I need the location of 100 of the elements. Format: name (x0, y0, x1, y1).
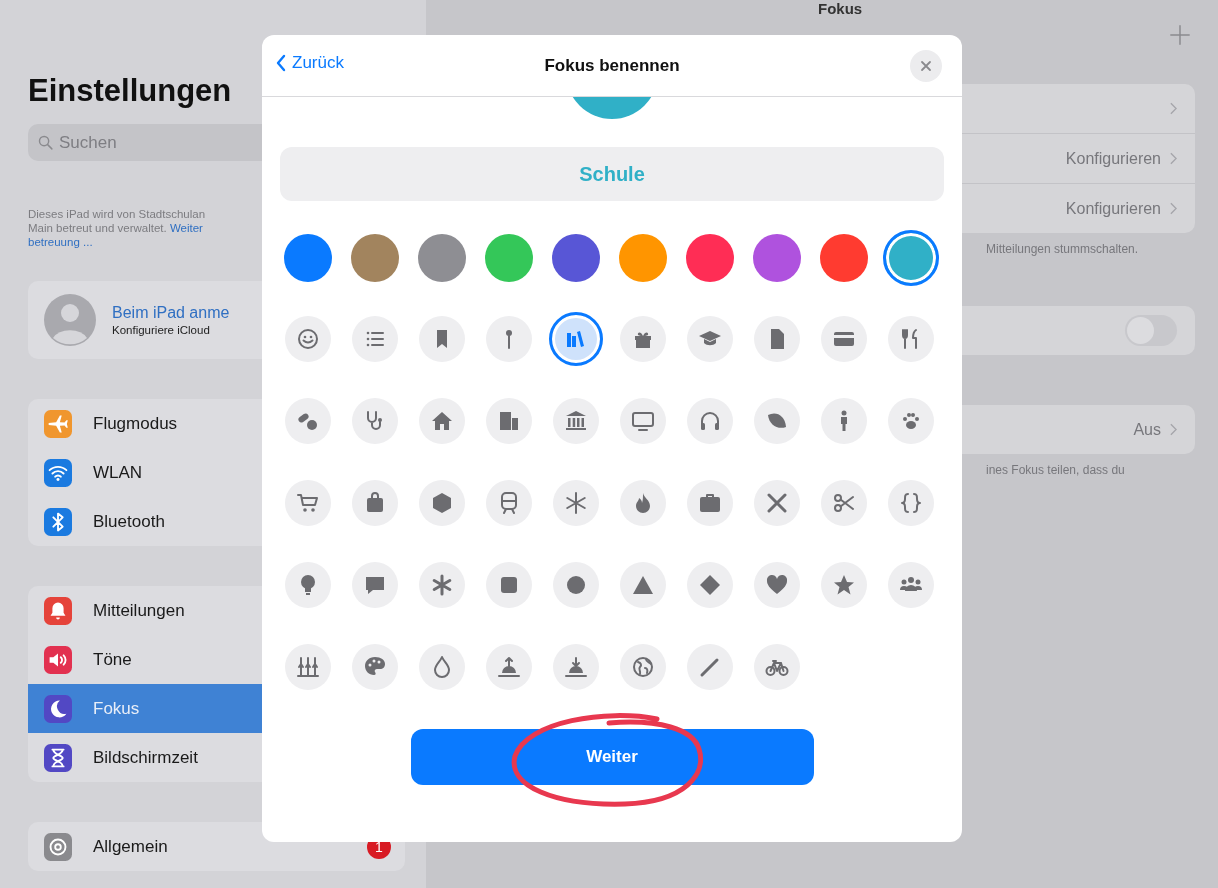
symbol-option[interactable] (821, 480, 867, 526)
symbol-option[interactable] (888, 398, 934, 444)
settings-item[interactable]: Flugmodus (28, 399, 405, 448)
nav-title: Fokus (818, 0, 863, 17)
symbol-option[interactable] (687, 316, 733, 362)
globe-icon (631, 655, 655, 679)
symbol-option[interactable] (754, 644, 800, 690)
symbol-option[interactable] (486, 562, 532, 608)
color-swatch[interactable] (753, 234, 801, 282)
color-swatch[interactable] (883, 230, 939, 286)
bank-icon (564, 409, 588, 433)
symbol-option[interactable] (285, 480, 331, 526)
color-swatch[interactable] (686, 234, 734, 282)
color-swatch[interactable] (351, 234, 399, 282)
building-icon (497, 409, 521, 433)
symbol-option[interactable] (352, 480, 398, 526)
smiley-icon (296, 327, 320, 351)
symbol-option[interactable] (352, 398, 398, 444)
name-field[interactable]: Schule (280, 147, 944, 201)
cart-icon (296, 491, 320, 515)
symbol-option[interactable] (486, 480, 532, 526)
symbol-option[interactable] (821, 398, 867, 444)
sunset-icon (564, 655, 588, 679)
symbol-option[interactable] (620, 316, 666, 362)
house-icon (430, 409, 454, 433)
symbol-option[interactable] (419, 562, 465, 608)
close-button[interactable] (910, 50, 942, 82)
color-swatch[interactable] (619, 234, 667, 282)
symbol-option[interactable] (352, 562, 398, 608)
color-swatch[interactable] (418, 234, 466, 282)
color-swatch[interactable] (552, 234, 600, 282)
symbol-option[interactable] (754, 398, 800, 444)
symbol-option[interactable] (352, 644, 398, 690)
profile-subtitle: Konfiguriere iCloud (112, 324, 211, 336)
symbol-option[interactable] (620, 562, 666, 608)
chevron-icon (1170, 202, 1177, 215)
symbol-option[interactable] (553, 398, 599, 444)
pin-icon (503, 327, 515, 351)
symbol-option[interactable] (888, 316, 934, 362)
scissors-icon (832, 491, 856, 515)
chevron-icon (1170, 423, 1177, 436)
briefcase-icon (698, 491, 722, 515)
symbol-option[interactable] (620, 480, 666, 526)
symbol-option[interactable] (620, 644, 666, 690)
symbol-option[interactable] (486, 644, 532, 690)
color-swatch[interactable] (485, 234, 533, 282)
symbol-option[interactable] (687, 398, 733, 444)
settings-item[interactable]: WLAN (28, 448, 405, 497)
footnote: ines Fokus teilen, dass du (986, 463, 1126, 477)
info-link[interactable]: betreuung ... (28, 236, 93, 248)
footnote: Mitteilungen stummschalten. (986, 242, 1140, 256)
symbol-option[interactable] (553, 562, 599, 608)
symbol-option[interactable] (553, 480, 599, 526)
avatar-icon (44, 294, 96, 346)
color-swatch[interactable] (820, 234, 868, 282)
symbol-option[interactable] (285, 644, 331, 690)
symbol-option[interactable] (285, 562, 331, 608)
page-title: Einstellungen (28, 72, 233, 110)
continue-button[interactable]: Weiter (410, 729, 814, 785)
headphones-icon (698, 409, 722, 433)
symbol-option[interactable] (687, 562, 733, 608)
symbol-option[interactable] (821, 316, 867, 362)
symbol-option[interactable] (285, 398, 331, 444)
row-value: Konfigurieren (1065, 199, 1161, 218)
symbol-option[interactable] (620, 398, 666, 444)
symbol-option[interactable] (486, 316, 532, 362)
symbol-option[interactable] (419, 398, 465, 444)
symbol-option[interactable] (754, 480, 800, 526)
symbol-option[interactable] (352, 316, 398, 362)
back-button[interactable]: Zurück (274, 51, 346, 75)
symbol-option[interactable] (821, 562, 867, 608)
row-value: Konfigurieren (1065, 149, 1161, 168)
symbol-option[interactable] (687, 644, 733, 690)
symbol-option[interactable] (486, 398, 532, 444)
sign-in-link[interactable]: Beim iPad anme (112, 304, 230, 322)
symbol-option[interactable] (687, 480, 733, 526)
symbol-option[interactable] (888, 562, 934, 608)
settings-item[interactable]: Bildschirmzeit (28, 733, 405, 782)
snowflake-icon (564, 491, 588, 515)
symbol-option[interactable] (285, 316, 331, 362)
chevron-icon (1170, 102, 1177, 115)
symbol-option[interactable] (888, 480, 934, 526)
info-link[interactable]: Weiter (169, 222, 203, 234)
symbol-option[interactable] (419, 644, 465, 690)
symbol-option[interactable] (549, 312, 603, 366)
person-icon (838, 409, 850, 433)
settings-item[interactable]: Bluetooth (28, 497, 405, 546)
settings-item[interactable]: Mitteilungen (28, 586, 405, 635)
monitor-icon (631, 409, 655, 433)
chevron-icon (1170, 152, 1177, 165)
symbol-option[interactable] (754, 316, 800, 362)
symbol-option[interactable] (553, 644, 599, 690)
settings-row[interactable]: Aus (446, 405, 1195, 454)
symbol-option[interactable] (419, 480, 465, 526)
row-value: Aus (1133, 420, 1161, 439)
heart-icon (765, 573, 789, 597)
color-swatch[interactable] (284, 234, 332, 282)
settings-item[interactable]: Töne (28, 635, 405, 684)
symbol-option[interactable] (754, 562, 800, 608)
symbol-option[interactable] (419, 316, 465, 362)
